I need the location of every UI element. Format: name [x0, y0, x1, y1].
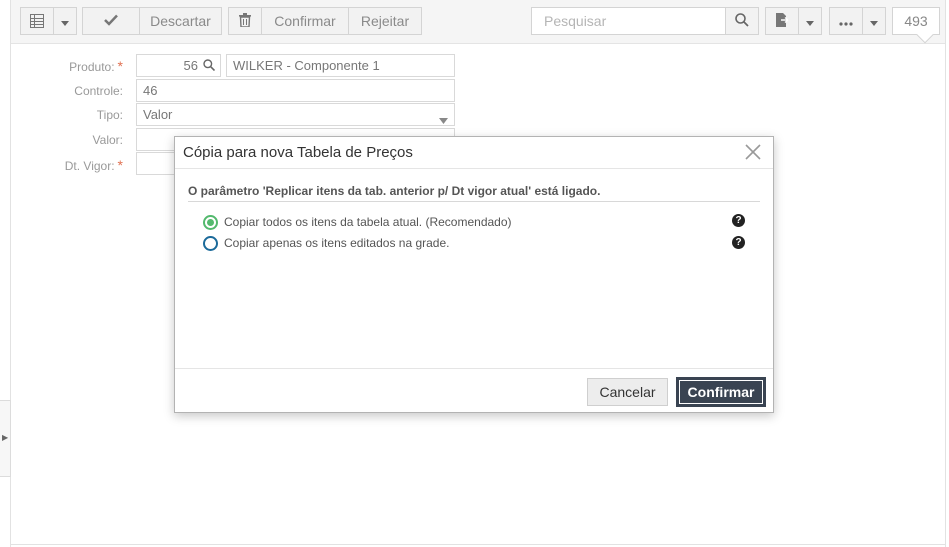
product-code-field[interactable]: 56: [136, 54, 221, 77]
confirm-button[interactable]: Confirmar: [261, 7, 349, 35]
caret-down-icon: [870, 13, 878, 29]
type-label: Tipo:: [96, 108, 123, 122]
trash-icon: [239, 12, 251, 30]
product-name-field: WILKER - Componente 1: [226, 54, 455, 77]
grid-view-dropdown-button[interactable]: [53, 7, 77, 35]
page-frame-right: [945, 0, 946, 547]
product-label-row: Produto: *: [0, 58, 123, 74]
check-icon: [104, 13, 118, 29]
parameter-message: O parâmetro 'Replicar itens da tab. ante…: [188, 184, 601, 198]
dialog-title: Cópia para nova Tabela de Preços: [183, 144, 413, 161]
side-panel-toggle[interactable]: ▶: [0, 400, 11, 477]
page-frame-bottom: [10, 544, 946, 545]
type-select[interactable]: Valor: [136, 103, 455, 126]
divider: [188, 201, 760, 202]
grid-view-button[interactable]: [20, 7, 54, 35]
radio-selected[interactable]: [203, 214, 218, 230]
caret-down-icon: [61, 13, 69, 29]
record-count-badge: 493: [892, 7, 940, 44]
product-name: WILKER - Componente 1: [233, 58, 380, 73]
caret-down-icon: [806, 13, 814, 29]
badge-tail: [916, 26, 934, 44]
option-copy-edited[interactable]: Copiar apenas os itens editados na grade…: [203, 235, 450, 251]
copy-price-table-dialog: Cópia para nova Tabela de Preços O parâm…: [174, 136, 774, 413]
option-label: Copiar todos os itens da tabela atual. (…: [224, 215, 512, 229]
more-options-button[interactable]: [829, 7, 863, 35]
search-icon: [735, 12, 749, 30]
document-export-icon: [776, 12, 790, 30]
caret-right-icon: ▶: [2, 433, 9, 442]
search-input[interactable]: [531, 7, 726, 35]
toolbar: Descartar Confirmar Rejeitar 493: [11, 0, 945, 44]
required-mark: *: [117, 157, 123, 173]
caret-down-icon: [439, 112, 448, 125]
more-options-dropdown-button[interactable]: [862, 7, 886, 35]
help-icon[interactable]: ?: [732, 236, 745, 249]
help-icon[interactable]: ?: [732, 214, 745, 227]
check-button[interactable]: [82, 7, 140, 35]
reject-button[interactable]: Rejeitar: [348, 7, 422, 35]
ellipsis-icon: [839, 13, 853, 29]
confirm-dialog-button[interactable]: Confirmar: [676, 377, 766, 407]
confirm-label: Confirmar: [274, 13, 336, 29]
product-code: 56: [183, 58, 198, 73]
control-value: 46: [143, 83, 158, 98]
export-button[interactable]: [765, 7, 799, 35]
type-value: Valor: [143, 107, 173, 122]
search-button[interactable]: [725, 7, 759, 35]
reject-label: Rejeitar: [360, 13, 410, 29]
cancel-button[interactable]: Cancelar: [587, 378, 668, 406]
radio-unselected[interactable]: [203, 235, 218, 251]
control-label: Controle:: [74, 84, 123, 98]
date-label-row: Dt. Vigor: *: [0, 157, 123, 173]
date-label: Dt. Vigor:: [64, 159, 115, 173]
value-label: Valor:: [92, 133, 123, 147]
search-icon[interactable]: [203, 59, 216, 74]
divider: [175, 368, 773, 369]
control-field[interactable]: 46: [136, 79, 455, 102]
discard-button[interactable]: Descartar: [139, 7, 222, 35]
delete-button[interactable]: [228, 7, 262, 35]
product-label: Produto:: [69, 60, 115, 74]
required-mark: *: [117, 58, 123, 74]
discard-label: Descartar: [150, 13, 211, 29]
divider: [175, 168, 773, 169]
close-icon[interactable]: [743, 142, 763, 162]
export-dropdown-button[interactable]: [798, 7, 822, 35]
option-copy-all[interactable]: Copiar todos os itens da tabela atual. (…: [203, 214, 512, 230]
option-label: Copiar apenas os itens editados na grade…: [224, 236, 450, 250]
grid-icon: [30, 14, 44, 28]
